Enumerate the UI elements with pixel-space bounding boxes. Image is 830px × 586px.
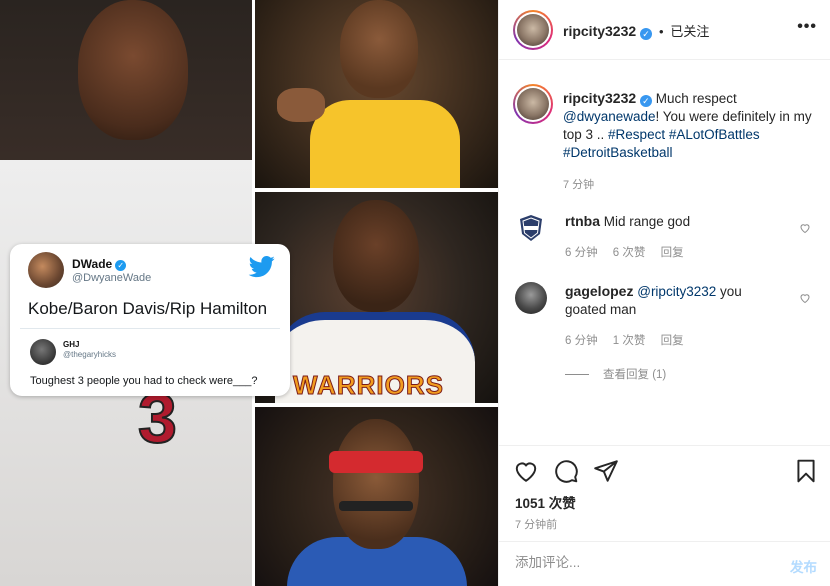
photo-kobe bbox=[255, 0, 498, 188]
header-avatar[interactable] bbox=[513, 10, 553, 50]
photo-rip-hamilton bbox=[255, 407, 498, 586]
twitter-bird-icon bbox=[248, 256, 275, 278]
hashtag-detroitbasketball[interactable]: #DetroitBasketball bbox=[563, 145, 673, 160]
quoted-name: GHJ bbox=[63, 340, 80, 349]
photo-baron-davis: WARRIORS bbox=[255, 192, 498, 403]
hashtag-respect[interactable]: #Respect bbox=[608, 127, 665, 142]
follow-status-button[interactable]: 已关注 bbox=[670, 24, 709, 39]
comment-text: Mid range god bbox=[603, 214, 691, 229]
verified-icon: ✓ bbox=[640, 28, 653, 40]
comment-mention[interactable]: @ripcity3232 bbox=[637, 284, 716, 299]
replies-divider bbox=[565, 374, 589, 376]
hashtag-alotofbattles[interactable]: #ALotOfBattles bbox=[669, 127, 760, 142]
comment-gagelopez: gagelopez @ripcity3232 you goated man 6 … bbox=[515, 282, 815, 352]
tweet-card: DWade ✓ @DwyaneWade Kobe/Baron Davis/Rip … bbox=[10, 244, 290, 396]
comment-username[interactable]: gagelopez bbox=[565, 283, 633, 299]
like-comment-heart-icon[interactable] bbox=[799, 292, 811, 304]
comment-time: 6 分钟 bbox=[565, 335, 598, 347]
kobe-jersey bbox=[310, 100, 460, 188]
caption: ripcity3232 ✓ Much respect @dwyanewade! … bbox=[563, 89, 821, 194]
tweet-avatar bbox=[28, 252, 64, 288]
caption-time: 7 分钟 bbox=[563, 179, 595, 191]
comment-likes-button[interactable]: 1 次赞 bbox=[613, 335, 646, 347]
tweet-handle: @DwyaneWade bbox=[72, 272, 152, 284]
post-media[interactable]: 3 WARRIORS DWade ✓ @DwyaneWade Kobe/Baron… bbox=[0, 0, 498, 586]
comment-meta: 6 分钟 1 次赞 回复 bbox=[565, 332, 696, 348]
quoted-text: Toughest 3 people you had to check were_… bbox=[30, 375, 258, 387]
caption-username[interactable]: ripcity3232 bbox=[563, 90, 636, 106]
view-replies-label: 查看回复 (1) bbox=[603, 369, 667, 381]
add-comment-bar: 发布 bbox=[499, 541, 830, 586]
headband bbox=[329, 451, 423, 473]
wade-head bbox=[78, 0, 188, 140]
like-comment-heart-icon[interactable] bbox=[799, 222, 811, 234]
caption-text-1: Much respect bbox=[655, 91, 737, 106]
comment-meta: 6 分钟 6 次赞 回复 bbox=[565, 244, 696, 260]
post-comment-button[interactable]: 发布 bbox=[790, 556, 817, 576]
kobe-hand bbox=[277, 88, 325, 122]
comment-input[interactable] bbox=[515, 555, 765, 570]
likes-count[interactable]: 1051 次赞 bbox=[515, 492, 576, 512]
verified-icon: ✓ bbox=[115, 260, 127, 271]
verified-icon: ✓ bbox=[639, 95, 652, 107]
comment-bubble-icon[interactable] bbox=[553, 458, 579, 484]
post-sidebar: ripcity3232 ✓ • 已关注 ••• ripcity3232 ✓ Mu… bbox=[498, 0, 830, 586]
header-username[interactable]: ripcity3232 bbox=[563, 23, 636, 39]
baron-head bbox=[333, 200, 419, 312]
tweet-text: Kobe/Baron Davis/Rip Hamilton bbox=[28, 299, 268, 318]
like-heart-icon[interactable] bbox=[513, 458, 539, 484]
rip-head bbox=[333, 419, 419, 549]
gagelopez-avatar[interactable] bbox=[515, 282, 547, 314]
quoted-tweet: GHJ @thegaryhicks Toughest 3 people you … bbox=[20, 328, 280, 390]
caption-mention[interactable]: @dwyanewade bbox=[563, 109, 656, 124]
comment-time: 6 分钟 bbox=[565, 247, 598, 259]
view-replies-button[interactable]: 查看回复 (1) bbox=[565, 366, 666, 382]
reply-button[interactable]: 回复 bbox=[661, 335, 684, 347]
caption-avatar[interactable] bbox=[513, 84, 553, 124]
save-bookmark-icon[interactable] bbox=[793, 458, 819, 484]
quoted-avatar bbox=[30, 339, 56, 365]
post-header: ripcity3232 ✓ • 已关注 ••• bbox=[499, 0, 830, 60]
warriors-text: WARRIORS bbox=[293, 370, 444, 401]
post-time: 7 分钟前 bbox=[515, 519, 558, 531]
comment-rtnba: rtnba Mid range god 6 分钟 6 次赞 回复 bbox=[515, 212, 815, 272]
rtnba-logo-avatar[interactable] bbox=[515, 212, 547, 244]
header-user: ripcity3232 ✓ • 已关注 bbox=[563, 21, 709, 40]
comment-likes-button[interactable]: 6 次赞 bbox=[613, 247, 646, 259]
comment-body: gagelopez @ripcity3232 you goated man bbox=[565, 282, 785, 319]
comment-username[interactable]: rtnba bbox=[565, 213, 600, 229]
action-bar: 1051 次赞 7 分钟前 bbox=[499, 445, 830, 541]
quoted-handle: @thegaryhicks bbox=[63, 350, 117, 359]
tweet-author: DWade ✓ bbox=[72, 257, 127, 271]
face-mask bbox=[339, 501, 413, 511]
kobe-head bbox=[340, 0, 418, 98]
reply-button[interactable]: 回复 bbox=[661, 247, 684, 259]
header-separator: • bbox=[658, 24, 664, 39]
share-send-icon[interactable] bbox=[593, 458, 619, 484]
comment-body: rtnba Mid range god bbox=[565, 212, 785, 231]
tweet-author-name: DWade bbox=[72, 257, 113, 271]
more-options-icon[interactable]: ••• bbox=[797, 18, 817, 36]
